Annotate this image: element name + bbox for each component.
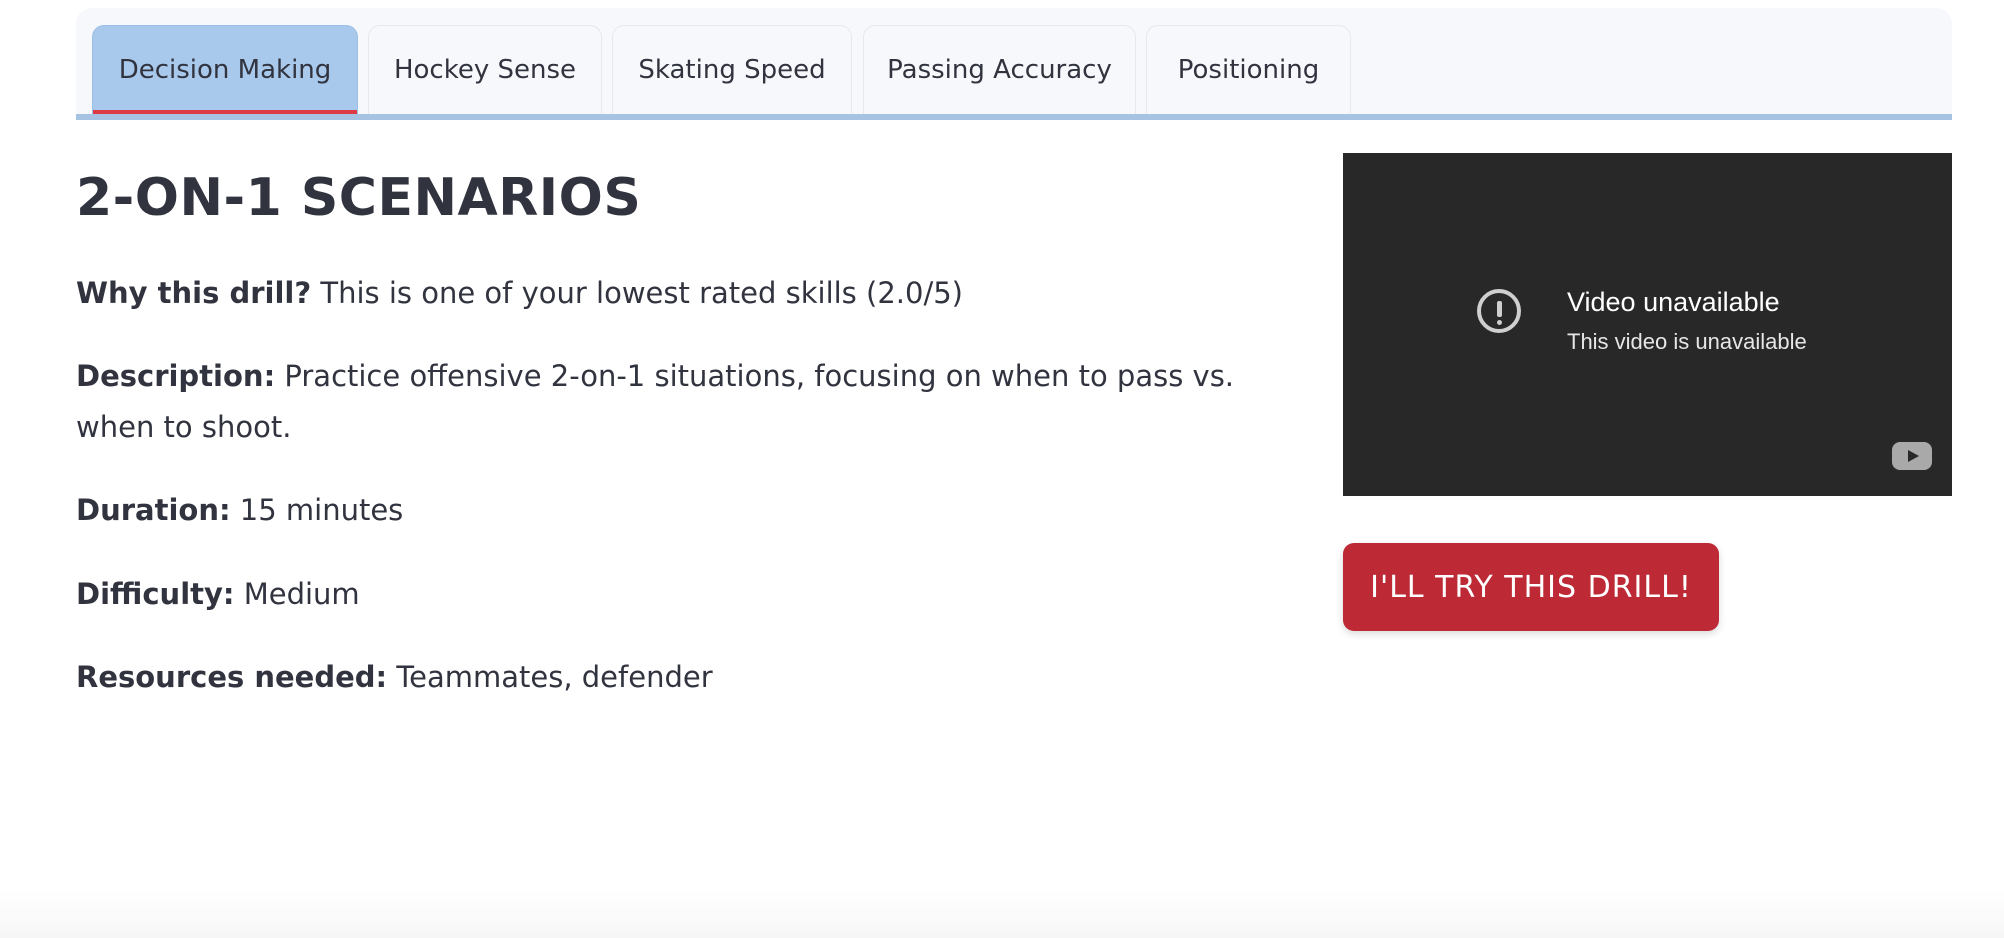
- youtube-logo-icon[interactable]: [1892, 442, 1932, 470]
- tab-skating-speed[interactable]: Skating Speed: [612, 25, 852, 114]
- drill-title: 2-ON-1 SCENARIOS: [76, 168, 642, 228]
- tab-label: Passing Accuracy: [887, 55, 1112, 85]
- drill-description: Description: Practice offensive 2-on-1 s…: [76, 351, 1256, 453]
- try-drill-button[interactable]: I'LL TRY THIS DRILL!: [1343, 543, 1719, 631]
- duration-text: 15 minutes: [239, 493, 404, 527]
- difficulty-label: Difficulty:: [76, 577, 235, 611]
- description-label: Description:: [76, 359, 276, 393]
- drill-difficulty: Difficulty: Medium: [76, 569, 1256, 620]
- difficulty-text: Medium: [243, 577, 360, 611]
- video-status-subtitle: This video is unavailable: [1567, 329, 1807, 354]
- tab-positioning[interactable]: Positioning: [1146, 25, 1351, 114]
- tab-label: Hockey Sense: [393, 55, 577, 85]
- tab-hockey-sense[interactable]: Hockey Sense: [368, 25, 602, 114]
- why-this-drill: Why this drill? This is one of your lowe…: [76, 268, 1256, 319]
- active-tab-indicator: [93, 110, 357, 114]
- duration-label: Duration:: [76, 493, 231, 527]
- why-text: This is one of your lowest rated skills …: [320, 276, 963, 310]
- alert-circle-icon: [1477, 289, 1521, 333]
- video-status-title: Video unavailable: [1567, 287, 1780, 317]
- resources-label: Resources needed:: [76, 660, 388, 694]
- video-player[interactable]: Video unavailable This video is unavaila…: [1343, 153, 1952, 496]
- tab-label: Positioning: [1177, 55, 1320, 85]
- tab-label: Decision Making: [118, 55, 332, 85]
- why-label: Why this drill?: [76, 276, 312, 310]
- tab-label: Skating Speed: [638, 55, 826, 85]
- drill-page: Decision Making Hockey Sense Skating Spe…: [0, 0, 2004, 938]
- drill-duration: Duration: 15 minutes: [76, 485, 1256, 536]
- tab-decision-making[interactable]: Decision Making: [92, 25, 358, 114]
- resources-text: Teammates, defender: [396, 660, 713, 694]
- tab-passing-accuracy[interactable]: Passing Accuracy: [863, 25, 1136, 114]
- tab-bar-underline: [76, 114, 1952, 120]
- drill-resources: Resources needed: Teammates, defender: [76, 652, 1256, 703]
